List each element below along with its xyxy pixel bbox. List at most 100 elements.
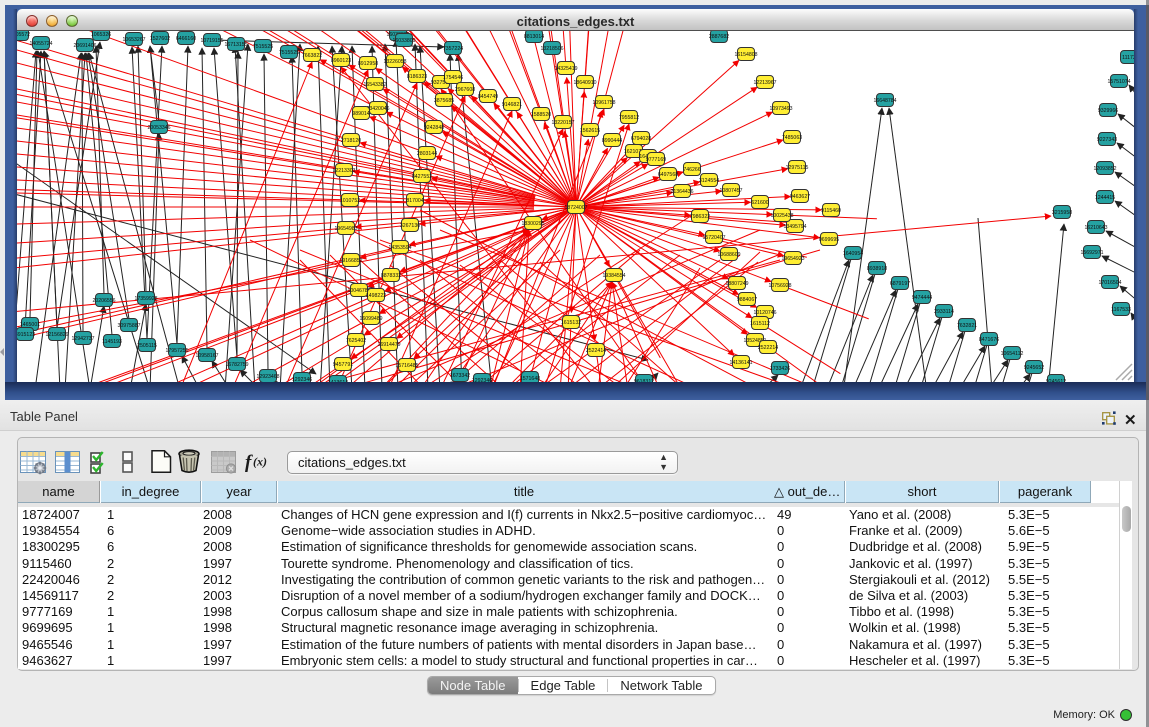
svg-text:12093852: 12093852 — [1093, 166, 1116, 172]
svg-text:3215958: 3215958 — [1052, 210, 1072, 216]
svg-text:20691406: 20691406 — [73, 43, 96, 49]
svg-text:16648784: 16648784 — [873, 98, 896, 104]
svg-text:2933114: 2933114 — [934, 309, 954, 315]
svg-text:10807457: 10807457 — [719, 188, 742, 194]
svg-text:9329966: 9329966 — [1098, 108, 1118, 114]
svg-text:13218506: 13218506 — [540, 46, 563, 52]
svg-text:9474444: 9474444 — [912, 295, 932, 301]
svg-text:1065326: 1065326 — [91, 32, 111, 38]
svg-text:17957255: 17957255 — [165, 348, 188, 354]
svg-text:817004: 817004 — [406, 198, 423, 204]
svg-text:8186323: 8186323 — [407, 74, 427, 80]
svg-text:1405572: 1405572 — [17, 32, 30, 38]
svg-text:14325419: 14325419 — [554, 66, 577, 72]
svg-text:7663822: 7663822 — [302, 53, 322, 59]
svg-text:19654923: 19654923 — [781, 256, 804, 262]
svg-text:10653267: 10653267 — [122, 37, 145, 43]
svg-text:1615112: 1615112 — [750, 321, 770, 327]
svg-text:17016504: 17016504 — [1098, 280, 1121, 286]
svg-text:19384554: 19384554 — [602, 273, 625, 279]
svg-text:(x): (x) — [253, 455, 267, 469]
svg-text:6497568: 6497568 — [658, 172, 678, 178]
svg-text:7357224: 7357224 — [443, 46, 463, 52]
svg-text:10961758: 10961758 — [592, 100, 615, 106]
svg-text:3124554: 3124554 — [699, 178, 719, 184]
svg-text:1571648: 1571648 — [520, 376, 540, 382]
svg-text:8912958: 8912958 — [358, 61, 378, 67]
svg-text:9457791: 9457791 — [333, 362, 353, 368]
svg-text:3267130: 3267130 — [400, 223, 420, 229]
svg-text:7986322: 7986322 — [690, 214, 710, 220]
svg-text:6794028: 6794028 — [631, 136, 651, 142]
svg-text:6879197: 6879197 — [890, 281, 910, 287]
svg-text:9242848: 9242848 — [424, 125, 444, 131]
svg-text:15751074: 15751074 — [1107, 79, 1130, 85]
svg-text:18724007: 18724007 — [564, 205, 587, 211]
svg-text:7515525: 7515525 — [279, 50, 299, 56]
svg-text:1010752: 1010752 — [340, 198, 360, 204]
svg-text:7485063: 7485063 — [782, 135, 802, 141]
svg-text:12213303: 12213303 — [332, 168, 355, 174]
svg-text:16914479: 16914479 — [377, 342, 400, 348]
svg-text:10756928: 10756928 — [768, 283, 791, 289]
svg-text:9777169: 9777169 — [646, 157, 666, 163]
svg-text:14136141: 14136141 — [729, 360, 752, 366]
svg-text:7955812: 7955812 — [619, 115, 639, 121]
svg-text:19654983: 19654983 — [334, 226, 357, 232]
svg-text:9245612: 9245612 — [1046, 379, 1066, 382]
svg-text:1562615: 1562615 — [580, 128, 600, 134]
svg-text:f: f — [245, 452, 253, 473]
svg-text:12923468: 12923468 — [256, 374, 279, 380]
svg-text:0699695: 0699695 — [819, 237, 839, 243]
svg-text:13226058: 13226058 — [383, 59, 406, 65]
svg-text:2967608: 2967608 — [455, 87, 475, 93]
svg-text:621600: 621600 — [751, 200, 768, 206]
svg-text:1733426: 1733426 — [770, 366, 790, 372]
svg-text:14353594: 14353594 — [388, 245, 411, 251]
svg-text:16154808: 16154808 — [734, 52, 757, 58]
svg-text:18640910: 18640910 — [573, 80, 596, 86]
svg-text:10654112: 10654112 — [1001, 351, 1024, 357]
svg-text:12156829: 12156829 — [45, 332, 68, 338]
svg-text:8878332: 8878332 — [381, 273, 401, 279]
svg-text:3875685: 3875685 — [434, 98, 454, 104]
svg-text:16033809: 16033809 — [392, 38, 415, 44]
svg-text:9884067: 9884067 — [737, 297, 757, 303]
svg-text:16782759: 16782759 — [225, 362, 248, 368]
svg-text:3915123: 3915123 — [17, 332, 35, 338]
svg-text:8938918: 8938918 — [867, 266, 887, 272]
svg-text:16099489: 16099489 — [359, 316, 382, 322]
svg-text:8471676: 8471676 — [979, 337, 999, 343]
svg-text:9146821: 9146821 — [502, 102, 522, 108]
svg-text:11172: 11172 — [1122, 55, 1134, 61]
svg-text:2505115: 2505115 — [137, 343, 157, 349]
svg-text:10958167: 10958167 — [195, 353, 218, 359]
svg-text:6466160: 6466160 — [176, 36, 196, 42]
svg-text:18300295: 18300295 — [521, 221, 544, 227]
svg-text:2522414: 2522414 — [586, 348, 606, 354]
svg-text:7515525: 7515525 — [253, 44, 273, 50]
svg-text:746266: 746266 — [683, 167, 700, 173]
svg-text:15716485: 15716485 — [395, 363, 418, 369]
svg-text:19166852: 19166852 — [339, 258, 362, 264]
svg-text:8960123: 8960123 — [331, 58, 351, 64]
svg-text:14055724: 14055724 — [29, 41, 52, 47]
svg-text:8990444: 8990444 — [602, 138, 622, 144]
svg-text:8427552: 8427552 — [412, 174, 432, 180]
svg-text:1292346: 1292346 — [292, 377, 312, 382]
svg-text:16713155: 16713155 — [224, 42, 247, 48]
svg-text:2718120: 2718120 — [341, 138, 361, 144]
svg-text:1145193: 1145193 — [102, 339, 122, 345]
svg-text:16210643: 16210643 — [1084, 225, 1107, 231]
svg-text:9115460: 9115460 — [821, 208, 841, 214]
svg-text:10973493: 10973493 — [769, 106, 792, 112]
svg-text:2887682: 2887682 — [709, 34, 729, 40]
svg-text:1673342: 1673342 — [450, 373, 470, 379]
svg-text:989014: 989014 — [352, 111, 369, 117]
svg-text:9463627: 9463627 — [790, 194, 810, 200]
svg-text:17359928: 17359928 — [134, 296, 157, 302]
svg-text:10025438: 10025438 — [770, 213, 793, 219]
svg-text:15692971: 15692971 — [1080, 250, 1103, 256]
svg-text:1244415: 1244415 — [1095, 195, 1115, 201]
svg-text:2522214: 2522214 — [758, 345, 778, 351]
